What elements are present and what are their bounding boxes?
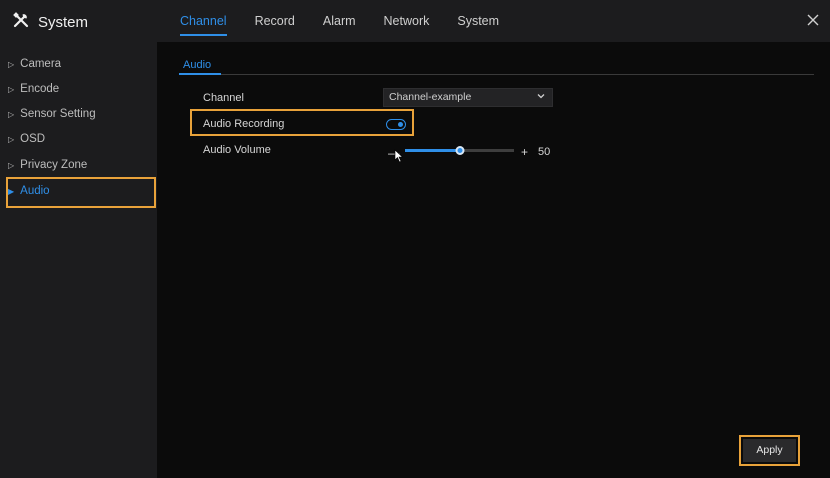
app-title: System [12, 11, 88, 33]
audio-recording-toggle[interactable] [386, 119, 406, 130]
app-title-text: System [38, 13, 89, 31]
sidebar: ▷ Camera ▷ Encode ▷ Sensor Setting ▷ OSD… [0, 42, 157, 478]
sidebar-item-label: Camera [20, 58, 62, 70]
section-divider [179, 74, 814, 75]
audio-recording-label: Audio Recording [203, 118, 285, 130]
close-button[interactable] [805, 12, 821, 28]
channel-select[interactable]: Channel-example [383, 88, 553, 107]
section-tab-underline [179, 73, 221, 75]
triangle-right-icon: ▷ [8, 160, 15, 170]
chevron-down-icon [537, 94, 545, 99]
channel-select-value: Channel-example [389, 91, 472, 103]
top-bar: System Channel Record Alarm Network Syst… [0, 0, 830, 42]
apply-button[interactable]: Apply [743, 439, 796, 462]
sidebar-item-label: Encode [20, 83, 60, 95]
tab-record[interactable]: Record [255, 0, 295, 42]
tools-icon [12, 11, 30, 33]
volume-slider[interactable] [405, 146, 514, 155]
volume-increase-button[interactable]: + [521, 145, 528, 159]
sidebar-item-osd[interactable]: ▷ OSD [8, 129, 45, 149]
toggle-knob [398, 121, 403, 127]
sidebar-item-privacy-zone[interactable]: ▷ Privacy Zone [8, 155, 87, 175]
close-icon [807, 14, 819, 26]
triangle-right-icon: ▷ [8, 109, 15, 119]
tab-network[interactable]: Network [384, 0, 430, 42]
sidebar-item-camera[interactable]: ▷ Camera [8, 54, 61, 74]
channel-label: Channel [203, 92, 244, 104]
audio-item-highlight [6, 177, 156, 208]
sidebar-item-label: OSD [20, 133, 46, 145]
volume-slider-thumb[interactable] [455, 146, 464, 155]
sidebar-item-label: Privacy Zone [20, 159, 88, 171]
triangle-right-icon: ▷ [8, 84, 15, 94]
sidebar-item-sensor-setting[interactable]: ▷ Sensor Setting [8, 104, 96, 124]
volume-value: 50 [538, 146, 551, 158]
main-panel: Audio Channel Channel-example Audio Reco… [157, 42, 830, 478]
audio-volume-label: Audio Volume [203, 144, 271, 156]
main-tabs: Channel Record Alarm Network System [180, 0, 527, 42]
section-tab-audio[interactable]: Audio [183, 59, 211, 71]
sidebar-item-label: Sensor Setting [20, 108, 96, 120]
volume-slider-fill [405, 149, 460, 152]
tab-channel[interactable]: Channel [180, 0, 227, 42]
triangle-right-icon: ▷ [8, 134, 15, 144]
mouse-cursor-icon [394, 149, 404, 163]
triangle-right-icon: ▷ [8, 59, 15, 69]
sidebar-item-encode[interactable]: ▷ Encode [8, 79, 59, 99]
tab-system[interactable]: System [457, 0, 499, 42]
tab-alarm[interactable]: Alarm [323, 0, 356, 42]
